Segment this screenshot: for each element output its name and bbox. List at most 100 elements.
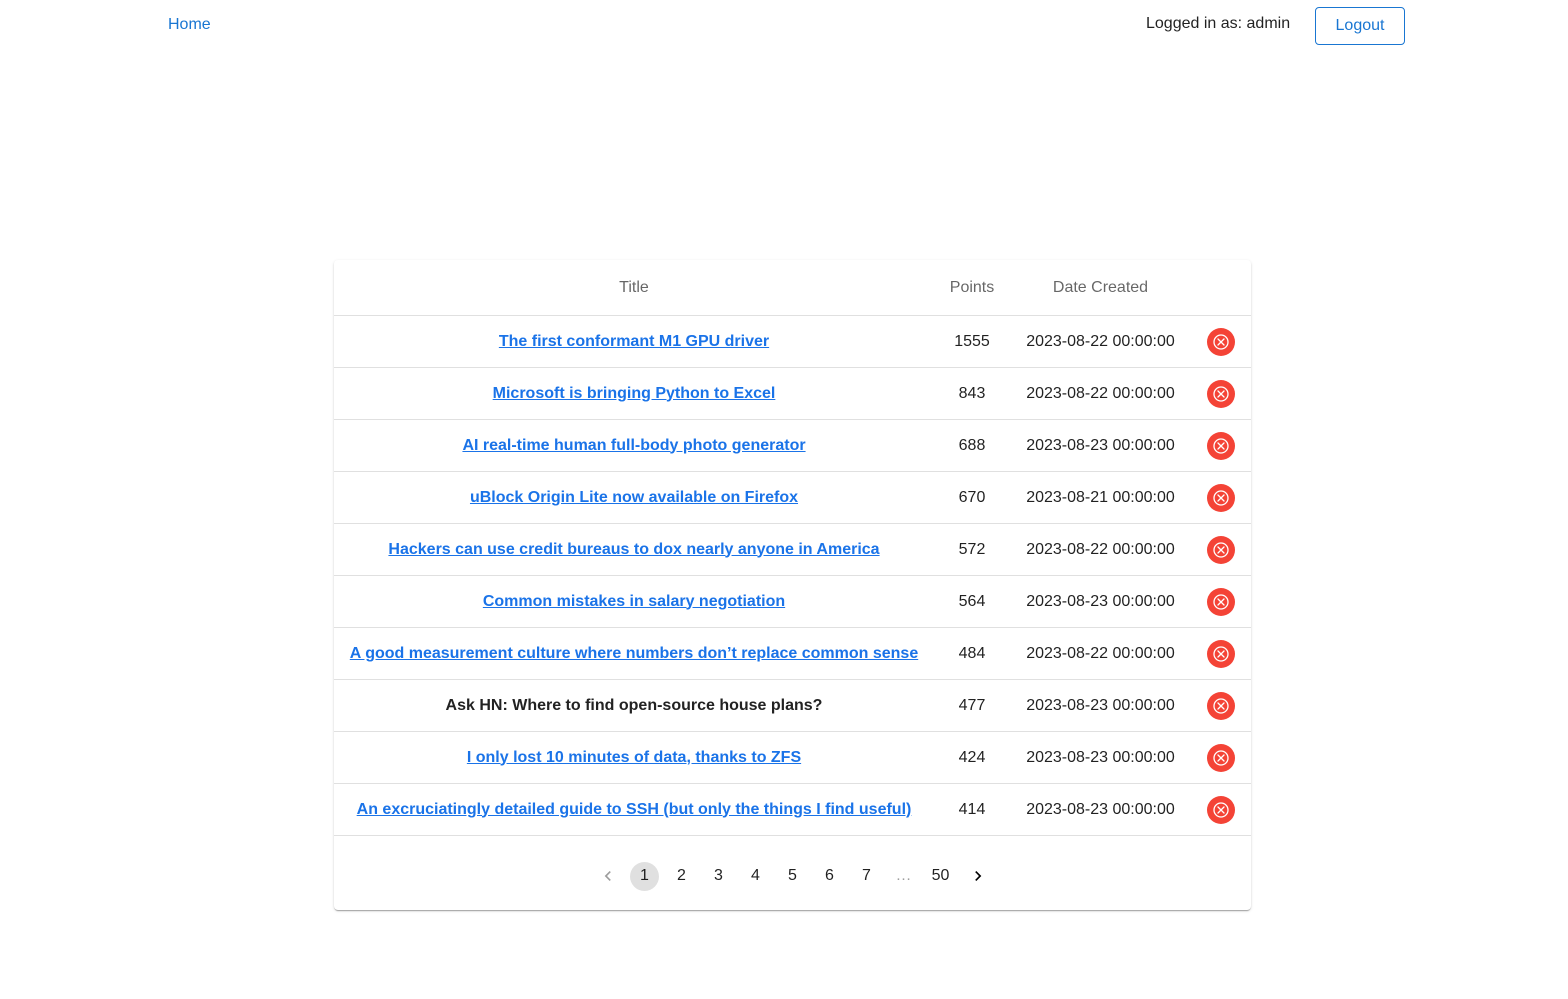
home-link[interactable]: Home	[168, 16, 211, 34]
column-header-actions	[1191, 260, 1251, 316]
cell-date: 2023-08-23 00:00:00	[1010, 679, 1191, 732]
next-page-button[interactable]	[963, 862, 992, 891]
cell-title: Common mistakes in salary negotiation	[334, 575, 934, 628]
cell-date: 2023-08-22 00:00:00	[1010, 627, 1191, 680]
cell-points: 414	[934, 783, 1010, 836]
post-title-link[interactable]: A good measurement culture where numbers…	[350, 645, 918, 662]
table-row: Common mistakes in salary negotiation 564…	[334, 575, 1251, 628]
table-row: AI real-time human full-body photo gener…	[334, 419, 1251, 472]
delete-button[interactable]	[1207, 743, 1235, 772]
table-row: The first conformant M1 GPU driver 1555 20…	[334, 315, 1251, 368]
posts-table-card: Title Points Date Created The first conf…	[334, 260, 1251, 910]
post-title-link[interactable]: AI real-time human full-body photo gener…	[462, 437, 805, 454]
close-icon	[1213, 697, 1229, 714]
delete-button[interactable]	[1207, 327, 1235, 356]
close-icon	[1213, 801, 1229, 818]
delete-button[interactable]	[1207, 587, 1235, 616]
cell-title: The first conformant M1 GPU driver	[334, 315, 934, 368]
cell-title: Hackers can use credit bureaus to dox ne…	[334, 523, 934, 576]
cell-points: 843	[934, 367, 1010, 420]
delete-button[interactable]	[1207, 379, 1235, 408]
cell-points: 688	[934, 419, 1010, 472]
cell-actions	[1191, 523, 1251, 576]
page-button-6[interactable]: 6	[815, 862, 844, 891]
page-button-2[interactable]: 2	[667, 862, 696, 891]
cell-title: AI real-time human full-body photo gener…	[334, 419, 934, 472]
delete-button[interactable]	[1207, 483, 1235, 512]
cell-points: 484	[934, 627, 1010, 680]
post-title-link[interactable]: Microsoft is bringing Python to Excel	[493, 385, 776, 402]
table-row: Hackers can use credit bureaus to dox ne…	[334, 523, 1251, 576]
cell-title: A good measurement culture where numbers…	[334, 627, 934, 680]
close-icon	[1213, 385, 1229, 402]
logged-in-label: Logged in as: admin	[1146, 15, 1291, 32]
logout-button[interactable]: Logout	[1315, 7, 1405, 45]
page-button-last[interactable]: 50	[926, 862, 955, 891]
delete-button[interactable]	[1207, 795, 1235, 824]
post-title-link[interactable]: An excruciatingly detailed guide to SSH …	[357, 801, 912, 818]
post-title-link[interactable]: Hackers can use credit bureaus to dox ne…	[388, 541, 879, 558]
cell-actions	[1191, 315, 1251, 368]
cell-points: 477	[934, 679, 1010, 732]
cell-actions	[1191, 419, 1251, 472]
cell-actions	[1191, 783, 1251, 836]
chevron-left-icon	[604, 871, 611, 881]
cell-date: 2023-08-22 00:00:00	[1010, 523, 1191, 576]
cell-points: 564	[934, 575, 1010, 628]
cell-date: 2023-08-22 00:00:00	[1010, 367, 1191, 420]
prev-page-button[interactable]	[593, 862, 622, 891]
close-icon	[1213, 645, 1229, 662]
close-icon	[1213, 437, 1229, 454]
table-row: An excruciatingly detailed guide to SSH …	[334, 783, 1251, 836]
top-bar: Home Logged in as: admin Logout	[0, 0, 1568, 52]
close-icon	[1213, 749, 1229, 766]
cell-date: 2023-08-23 00:00:00	[1010, 731, 1191, 784]
close-icon	[1213, 593, 1229, 610]
table-row: Ask HN: Where to find open-source house …	[334, 679, 1251, 732]
pagination-ellipsis: …	[895, 867, 912, 884]
cell-actions	[1191, 679, 1251, 732]
page-button-5[interactable]: 5	[778, 862, 807, 891]
column-header-points[interactable]: Points	[934, 260, 1010, 316]
page-button-4[interactable]: 4	[741, 862, 770, 891]
delete-button[interactable]	[1207, 691, 1235, 720]
close-icon	[1213, 333, 1229, 350]
delete-button[interactable]	[1207, 535, 1235, 564]
table-row: Microsoft is bringing Python to Excel 843…	[334, 367, 1251, 420]
cell-actions	[1191, 731, 1251, 784]
table-row: A good measurement culture where numbers…	[334, 627, 1251, 680]
cell-points: 1555	[934, 315, 1010, 368]
column-header-date[interactable]: Date Created	[1010, 260, 1191, 316]
cell-title: uBlock Origin Lite now available on Fire…	[334, 471, 934, 524]
posts-table: Title Points Date Created The first conf…	[334, 260, 1251, 836]
post-title-link[interactable]: Common mistakes in salary negotiation	[483, 593, 785, 610]
post-title-link[interactable]: I only lost 10 minutes of data, thanks t…	[467, 749, 801, 766]
table-row: I only lost 10 minutes of data, thanks t…	[334, 731, 1251, 784]
column-header-title[interactable]: Title	[334, 260, 934, 316]
table-row: uBlock Origin Lite now available on Fire…	[334, 471, 1251, 524]
page-button-1[interactable]: 1	[630, 861, 659, 891]
post-title-link[interactable]: The first conformant M1 GPU driver	[499, 333, 769, 350]
cell-date: 2023-08-23 00:00:00	[1010, 419, 1191, 472]
pagination: 1234567 … 50	[334, 860, 1251, 892]
cell-points: 424	[934, 731, 1010, 784]
cell-actions	[1191, 627, 1251, 680]
cell-actions	[1191, 575, 1251, 628]
delete-button[interactable]	[1207, 639, 1235, 668]
cell-actions	[1191, 367, 1251, 420]
cell-date: 2023-08-21 00:00:00	[1010, 471, 1191, 524]
table-header-row: Title Points Date Created	[334, 260, 1251, 316]
cell-date: 2023-08-23 00:00:00	[1010, 783, 1191, 836]
post-title-link[interactable]: uBlock Origin Lite now available on Fire…	[470, 489, 798, 506]
cell-points: 572	[934, 523, 1010, 576]
cell-points: 670	[934, 471, 1010, 524]
cell-title: An excruciatingly detailed guide to SSH …	[334, 783, 934, 836]
close-icon	[1213, 489, 1229, 506]
chevron-right-icon	[974, 871, 981, 881]
page-button-3[interactable]: 3	[704, 862, 733, 891]
delete-button[interactable]	[1207, 431, 1235, 460]
cell-date: 2023-08-23 00:00:00	[1010, 575, 1191, 628]
page-button-7[interactable]: 7	[852, 862, 881, 891]
cell-title: I only lost 10 minutes of data, thanks t…	[334, 731, 934, 784]
cell-title: Ask HN: Where to find open-source house …	[334, 679, 934, 732]
